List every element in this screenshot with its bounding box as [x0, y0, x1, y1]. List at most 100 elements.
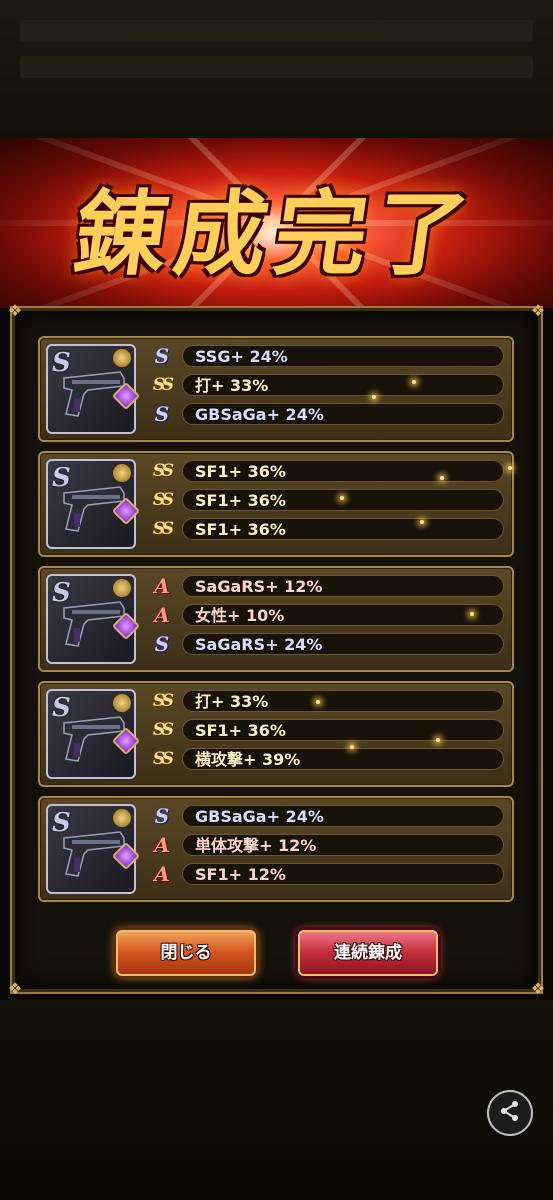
share-button[interactable]: [487, 1090, 533, 1136]
ability-rank-icon: SS: [152, 375, 174, 395]
ornament-corner-icon: ❖: [530, 301, 546, 320]
ability-rank-icon: S: [154, 804, 170, 828]
weapon-type-icon: [112, 463, 132, 483]
weapon-rank-label: S: [52, 693, 71, 723]
ability-row: SS SF1+ 36%: [146, 718, 506, 742]
ability-row: SS 打+ 33%: [146, 373, 506, 397]
ability-bar: GBSaGa+ 24%: [182, 403, 504, 425]
share-icon: [498, 1099, 522, 1127]
result-card[interactable]: S SS 打+ 33% SS SF1+ 36% SS 横攻撃+ 39%: [38, 681, 514, 787]
ability-row: SS 打+ 33%: [146, 689, 506, 713]
ability-rank-icon: S: [154, 632, 170, 656]
weapon-rank-label: S: [52, 578, 71, 608]
ability-rank-icon: A: [154, 574, 170, 598]
ability-text: SSG+ 24%: [195, 347, 288, 366]
ability-bar: 横攻撃+ 39%: [182, 748, 504, 770]
ability-rank-icon: SS: [152, 519, 174, 539]
ability-bar: 女性+ 10%: [182, 604, 504, 626]
ability-bar: SF1+ 36%: [182, 460, 504, 482]
weapon-rank-label: S: [52, 808, 71, 838]
ability-rank-icon: A: [154, 603, 170, 627]
ability-rank-icon: SS: [152, 691, 174, 711]
ability-bar: SSG+ 24%: [182, 345, 504, 367]
ornament-corner-icon: ❖: [7, 979, 23, 998]
sparkle-effect: [508, 466, 512, 470]
result-banner: 錬成完了: [0, 138, 553, 308]
sparkle-effect: [420, 520, 424, 524]
ability-bar: SF1+ 36%: [182, 489, 504, 511]
ability-bar: GBSaGa+ 24%: [182, 805, 504, 827]
weapon-rank-label: S: [52, 463, 71, 493]
ability-row: S GBSaGa+ 24%: [146, 402, 506, 426]
sparkle-effect: [470, 612, 474, 616]
ability-row: A SaGaRS+ 12%: [146, 574, 506, 598]
ability-rank-icon: SS: [152, 749, 174, 769]
ability-text: SF1+ 36%: [195, 491, 286, 510]
sparkle-effect: [350, 745, 354, 749]
ability-bar: 単体攻撃+ 12%: [182, 834, 504, 856]
ability-text: SF1+ 36%: [195, 520, 286, 539]
ability-bar: SF1+ 36%: [182, 518, 504, 540]
banner-title: 錬成完了: [67, 180, 484, 288]
ability-row: A 単体攻撃+ 12%: [146, 833, 506, 857]
weapon-thumbnail: S: [46, 804, 141, 894]
sparkle-effect: [436, 738, 440, 742]
sparkle-effect: [440, 476, 444, 480]
background-bar: [20, 20, 533, 42]
ability-text: SaGaRS+ 12%: [195, 577, 323, 596]
ornament-corner-icon: ❖: [530, 979, 546, 998]
ability-text: 打+ 33%: [195, 692, 269, 711]
ability-text: 横攻撃+ 39%: [195, 750, 301, 769]
background-header: [0, 0, 553, 140]
continuous-refine-button[interactable]: 連続錬成: [298, 930, 438, 976]
ability-text: 単体攻撃+ 12%: [195, 836, 317, 855]
ability-bar: SF1+ 12%: [182, 863, 504, 885]
weapon-thumbnail: S: [46, 574, 141, 664]
ability-text: GBSaGa+ 24%: [195, 405, 324, 424]
weapon-type-icon: [112, 808, 132, 828]
ability-text: SF1+ 12%: [195, 865, 286, 884]
weapon-thumbnail: S: [46, 344, 141, 434]
ability-rank-icon: SS: [152, 720, 174, 740]
ability-rank-icon: SS: [152, 461, 174, 481]
ability-text: GBSaGa+ 24%: [195, 807, 324, 826]
ability-row: SS SF1+ 36%: [146, 488, 506, 512]
ability-text: SF1+ 36%: [195, 721, 286, 740]
ability-bar: 打+ 33%: [182, 690, 504, 712]
close-button[interactable]: 閉じる: [116, 930, 256, 976]
result-card[interactable]: S S SSG+ 24% SS 打+ 33% S GBSaGa+ 24%: [38, 336, 514, 442]
ability-row: S GBSaGa+ 24%: [146, 804, 506, 828]
ability-text: SaGaRS+ 24%: [195, 635, 323, 654]
background-bar: [20, 56, 533, 78]
ability-row: A SF1+ 12%: [146, 862, 506, 886]
weapon-type-icon: [112, 693, 132, 713]
sparkle-effect: [372, 395, 376, 399]
weapon-type-icon: [112, 348, 132, 368]
ability-row: A 女性+ 10%: [146, 603, 506, 627]
ability-rank-icon: S: [154, 344, 170, 368]
weapon-rank-label: S: [52, 348, 71, 378]
result-card[interactable]: S S GBSaGa+ 24% A 単体攻撃+ 12% A SF1+ 12%: [38, 796, 514, 902]
ability-row: S SSG+ 24%: [146, 344, 506, 368]
ability-row: SS 横攻撃+ 39%: [146, 747, 506, 771]
ability-text: 女性+ 10%: [195, 606, 285, 625]
ability-bar: SaGaRS+ 24%: [182, 633, 504, 655]
ability-text: 打+ 33%: [195, 376, 269, 395]
sparkle-effect: [340, 496, 344, 500]
ability-rank-icon: SS: [152, 490, 174, 510]
weapon-type-icon: [112, 578, 132, 598]
ability-bar: SF1+ 36%: [182, 719, 504, 741]
ability-text: SF1+ 36%: [195, 462, 286, 481]
ornament-corner-icon: ❖: [7, 301, 23, 320]
result-card[interactable]: S SS SF1+ 36% SS SF1+ 36% SS SF1+ 36%: [38, 451, 514, 557]
ability-rank-icon: S: [154, 402, 170, 426]
ability-row: S SaGaRS+ 24%: [146, 632, 506, 656]
result-card[interactable]: S A SaGaRS+ 12% A 女性+ 10% S SaGaRS+ 24%: [38, 566, 514, 672]
weapon-thumbnail: S: [46, 459, 141, 549]
ability-row: SS SF1+ 36%: [146, 517, 506, 541]
ability-rank-icon: A: [154, 833, 170, 857]
sparkle-effect: [316, 700, 320, 704]
background-footer: [0, 1000, 553, 1200]
ability-row: SS SF1+ 36%: [146, 459, 506, 483]
sparkle-effect: [412, 380, 416, 384]
